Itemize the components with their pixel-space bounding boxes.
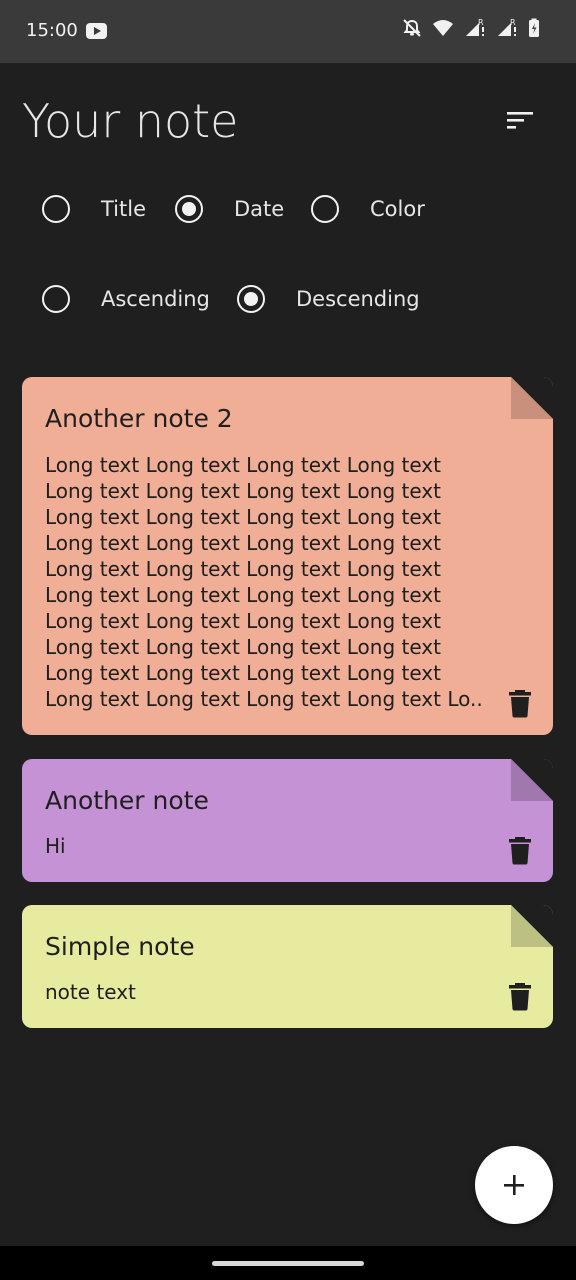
note-card[interactable]: Simple note note text <box>22 905 553 1028</box>
svg-text:R: R <box>478 18 484 27</box>
note-content-line: Long text Long text Long text Long text <box>45 479 441 503</box>
note-content-line: Long text Long text Long text Long text <box>45 505 441 529</box>
radio-color-label: Color <box>370 197 425 221</box>
radio-ascending-label: Ascending <box>101 287 210 311</box>
wifi-icon <box>433 20 453 36</box>
note-content-line: Long text Long text Long text Long text <box>45 661 441 685</box>
note-content: Long text Long text Long text Long text … <box>45 452 483 712</box>
note-card[interactable]: Another note Hi <box>22 759 553 882</box>
note-content-line: Long text Long text Long text Long text <box>45 453 441 477</box>
radio-ascending-circle[interactable] <box>42 285 70 313</box>
sort-by-group: Title Date Color <box>0 189 576 229</box>
note-fold <box>511 377 553 419</box>
note-content-line: Long text Long text Long text Long text <box>45 531 441 555</box>
alarm-off-icon <box>403 19 421 37</box>
note-content: note text <box>45 980 136 1004</box>
delete-button[interactable] <box>507 688 533 718</box>
navigation-bar <box>0 1246 576 1280</box>
radio-date[interactable]: Date <box>175 195 284 223</box>
note-content-line: Long text Long text Long text Long text <box>45 557 441 581</box>
radio-ascending[interactable]: Ascending <box>42 285 210 313</box>
sort-button[interactable] <box>498 100 542 140</box>
radio-descending-circle[interactable] <box>237 285 265 313</box>
signal-icon: R <box>498 18 516 36</box>
note-title: Another note 2 <box>45 404 233 433</box>
note-card[interactable]: Another note 2 Long text Long text Long … <box>22 377 553 735</box>
note-title: Another note <box>45 786 209 815</box>
signal-icon: R <box>466 18 484 36</box>
delete-button[interactable] <box>507 981 533 1011</box>
order-group: Ascending Descending <box>0 279 576 319</box>
radio-title-circle[interactable] <box>42 195 70 223</box>
note-content-line: Long text Long text Long text Long text <box>45 583 441 607</box>
note-content-line: Long text Long text Long text Long text <box>45 635 441 659</box>
note-content-line: Long text Long text Long text Long text <box>45 609 441 633</box>
radio-title[interactable]: Title <box>42 195 146 223</box>
radio-descending-label: Descending <box>296 287 420 311</box>
status-icons: R R <box>402 18 540 38</box>
home-handle[interactable] <box>212 1261 364 1266</box>
battery-icon <box>529 18 539 37</box>
note-content: Hi <box>45 834 66 858</box>
radio-color-circle[interactable] <box>311 195 339 223</box>
note-fold <box>511 905 553 947</box>
youtube-icon <box>86 23 107 39</box>
add-note-button[interactable] <box>475 1146 553 1224</box>
radio-title-label: Title <box>101 197 147 221</box>
radio-date-label: Date <box>234 197 285 221</box>
trash-icon <box>509 983 531 1011</box>
radio-descending[interactable]: Descending <box>237 285 420 313</box>
note-title: Simple note <box>45 932 195 961</box>
status-time: 15:00 <box>26 20 78 41</box>
trash-icon <box>509 690 531 718</box>
svg-text:R: R <box>510 18 516 27</box>
status-bar: 15:00 R R <box>0 0 576 63</box>
plus-icon <box>504 1175 524 1195</box>
note-content-line: Long text Long text Long text Long text … <box>45 687 483 711</box>
delete-button[interactable] <box>507 835 533 865</box>
sort-icon <box>507 112 533 129</box>
note-fold <box>511 759 553 801</box>
trash-icon <box>509 837 531 865</box>
page-title: Your note <box>22 94 239 148</box>
radio-date-circle[interactable] <box>175 195 203 223</box>
radio-color[interactable]: Color <box>311 195 425 223</box>
